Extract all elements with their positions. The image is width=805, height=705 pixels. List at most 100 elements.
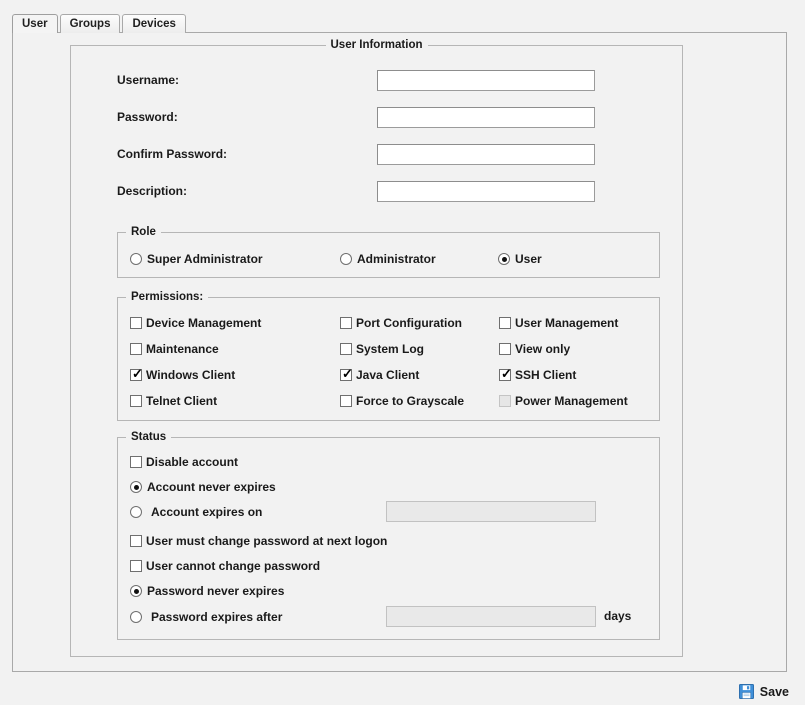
status-account-never-expires[interactable]: Account never expires	[130, 480, 276, 494]
username-input[interactable]	[377, 70, 595, 91]
status-label-password-expires-after: Password expires after	[151, 610, 283, 624]
role-label-super-administrator: Super Administrator	[147, 252, 263, 266]
status-group: Status Disable account Account never exp…	[117, 431, 660, 640]
radio-account-expires-on[interactable]	[130, 506, 142, 518]
description-label: Description:	[117, 184, 188, 198]
checkbox-force-to-grayscale[interactable]	[340, 395, 352, 407]
check-mark-icon: ✓	[132, 366, 143, 381]
role-option-user[interactable]: User	[498, 252, 542, 266]
role-group: Role Super Administrator Administrator U…	[117, 226, 660, 278]
checkbox-power-management	[499, 395, 511, 407]
permission-device-management[interactable]: Device Management	[130, 316, 261, 330]
status-legend: Status	[126, 431, 172, 443]
checkbox-system-log[interactable]	[340, 343, 352, 355]
username-row: Username:	[117, 70, 657, 92]
checkbox-user-management[interactable]	[499, 317, 511, 329]
permission-windows-client[interactable]: ✓ Windows Client	[130, 366, 236, 382]
floppy-disk-icon	[738, 684, 754, 699]
permission-ssh-client[interactable]: ✓ SSH Client	[499, 366, 577, 382]
save-bar[interactable]: Save	[738, 684, 789, 699]
checkbox-disable-account[interactable]	[130, 456, 142, 468]
user-information-legend: User Information	[325, 39, 428, 51]
permission-label-java-client: Java Client	[356, 368, 420, 382]
permission-system-log[interactable]: System Log	[340, 342, 424, 356]
checkbox-must-change-password[interactable]	[130, 535, 142, 547]
confirm-password-row: Confirm Password:	[117, 144, 657, 166]
status-label-cannot-change-password: User cannot change password	[146, 559, 321, 573]
tab-groups[interactable]: Groups	[59, 14, 121, 33]
role-legend: Role	[126, 226, 161, 238]
permission-power-management: Power Management	[499, 394, 628, 408]
radio-user[interactable]	[498, 253, 510, 265]
status-must-change-password[interactable]: User must change password at next logon	[130, 534, 387, 548]
checkbox-telnet-client[interactable]	[130, 395, 142, 407]
password-expires-after-suffix: days	[604, 609, 632, 623]
permission-java-client[interactable]: ✓ Java Client	[340, 366, 420, 382]
permission-label-windows-client: Windows Client	[146, 368, 236, 382]
role-label-administrator: Administrator	[357, 252, 436, 266]
radio-super-administrator[interactable]	[130, 253, 142, 265]
radio-administrator[interactable]	[340, 253, 352, 265]
permission-label-device-management: Device Management	[146, 316, 262, 330]
checkbox-device-management[interactable]	[130, 317, 142, 329]
permission-telnet-client[interactable]: Telnet Client	[130, 394, 217, 408]
permission-label-system-log: System Log	[356, 342, 425, 356]
password-label: Password:	[117, 110, 178, 124]
checkbox-maintenance[interactable]	[130, 343, 142, 355]
permission-view-only[interactable]: View only	[499, 342, 570, 356]
checkbox-port-configuration[interactable]	[340, 317, 352, 329]
radio-account-never-expires-dot	[133, 484, 139, 490]
permission-port-configuration[interactable]: Port Configuration	[340, 316, 462, 330]
permission-label-telnet-client: Telnet Client	[146, 394, 218, 408]
check-mark-icon: ✓	[342, 366, 353, 381]
check-mark-icon: ✓	[501, 366, 512, 381]
user-information-group: User Information Username: Password: Con…	[70, 39, 683, 657]
password-input[interactable]	[377, 107, 595, 128]
permission-user-management[interactable]: User Management	[499, 316, 618, 330]
status-label-must-change-password: User must change password at next logon	[146, 534, 388, 548]
status-cannot-change-password[interactable]: User cannot change password	[130, 559, 320, 573]
radio-password-expires-after[interactable]	[130, 611, 142, 623]
status-label-account-expires-on: Account expires on	[151, 505, 263, 519]
description-row: Description:	[117, 181, 657, 203]
password-expires-after-input	[386, 606, 596, 627]
confirm-password-label: Confirm Password:	[117, 147, 228, 161]
tab-user[interactable]: User	[12, 14, 58, 33]
role-option-super-administrator[interactable]: Super Administrator	[130, 252, 263, 266]
tab-bar: User Groups Devices	[12, 12, 188, 33]
checkbox-windows-client[interactable]: ✓	[130, 366, 143, 381]
permission-label-maintenance: Maintenance	[146, 342, 219, 356]
account-expires-on-input	[386, 501, 596, 522]
confirm-password-input[interactable]	[377, 144, 595, 165]
checkbox-cannot-change-password[interactable]	[130, 560, 142, 572]
permission-label-view-only: View only	[515, 342, 571, 356]
status-password-never-expires[interactable]: Password never expires	[130, 584, 284, 598]
permissions-group: Permissions: Device Management Port Conf…	[117, 291, 660, 421]
save-button-label[interactable]: Save	[760, 685, 789, 699]
tab-devices[interactable]: Devices	[122, 14, 186, 33]
permission-label-power-management: Power Management	[515, 394, 628, 408]
permission-label-port-configuration: Port Configuration	[356, 316, 462, 330]
status-label-password-never-expires: Password never expires	[147, 584, 285, 598]
description-input[interactable]	[377, 181, 595, 202]
permissions-legend: Permissions:	[126, 291, 209, 303]
status-label-account-never-expires: Account never expires	[147, 480, 276, 494]
status-password-expires-after[interactable]: Password expires after	[130, 610, 282, 624]
password-row: Password:	[117, 107, 657, 129]
permission-label-user-management: User Management	[515, 316, 619, 330]
status-account-expires-on[interactable]: Account expires on	[130, 505, 262, 519]
radio-password-never-expires[interactable]	[130, 585, 142, 597]
status-disable-account[interactable]: Disable account	[130, 455, 238, 469]
role-label-user: User	[515, 252, 542, 266]
status-label-disable-account: Disable account	[146, 455, 239, 469]
permission-force-to-grayscale[interactable]: Force to Grayscale	[340, 394, 464, 408]
permission-label-ssh-client: SSH Client	[515, 368, 577, 382]
user-tab-panel: User Information Username: Password: Con…	[12, 32, 787, 672]
checkbox-ssh-client[interactable]: ✓	[499, 366, 512, 381]
radio-account-never-expires[interactable]	[130, 481, 142, 493]
radio-password-never-expires-dot	[133, 588, 139, 594]
checkbox-java-client[interactable]: ✓	[340, 366, 353, 381]
permission-maintenance[interactable]: Maintenance	[130, 342, 219, 356]
checkbox-view-only[interactable]	[499, 343, 511, 355]
role-option-administrator[interactable]: Administrator	[340, 252, 436, 266]
